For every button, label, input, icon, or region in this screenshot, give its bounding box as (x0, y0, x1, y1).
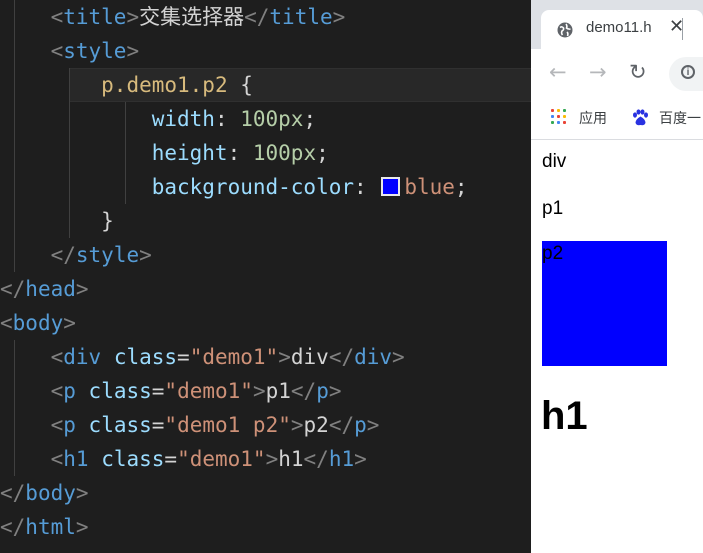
apps-grid-icon (551, 109, 568, 126)
forward-icon[interactable]: → (589, 60, 607, 84)
code-line-height[interactable]: height: 100px; (0, 136, 329, 170)
code-line-selector[interactable]: p.demo1.p2 { (0, 68, 253, 102)
globe-icon (557, 22, 573, 38)
browser-toolbar: ← → ↻ i (531, 49, 703, 100)
code-line-width[interactable]: width: 100px; (0, 102, 316, 136)
code-editor[interactable]: <title>交集选择器</title> <style> p.demo1.p2 … (0, 0, 531, 553)
code-line-head-close[interactable]: </head> (0, 272, 89, 306)
browser-window: demo11.h ✕ ← → ↻ i 应用 百度一 div p1 p2 h1 (531, 0, 703, 553)
back-icon[interactable]: ← (549, 60, 567, 84)
code-line-style-open[interactable]: <style> (0, 34, 140, 68)
tab-title: demo11.h (586, 19, 652, 36)
h1-heading: h1 (541, 394, 588, 438)
code-line-title[interactable]: <title>交集选择器</title> (0, 0, 346, 34)
code-line-div[interactable]: <div class="demo1">div</div> (0, 340, 405, 374)
code-line-style-close[interactable]: </style> (0, 238, 152, 272)
tab-separator (682, 18, 683, 40)
p1-text: p1 (542, 198, 564, 219)
p2-text: p2 (542, 243, 564, 264)
code-line-p1[interactable]: <p class="demo1">p1</p> (0, 374, 342, 408)
bookmark-baidu[interactable]: 百度一 (659, 108, 701, 128)
info-icon[interactable]: i (681, 65, 695, 79)
code-line-close-brace[interactable]: } (0, 204, 114, 238)
bookmarks-bar: 应用 百度一 (531, 100, 703, 140)
code-line-background-color[interactable]: background-color: blue; (0, 170, 468, 204)
div-text: div (542, 151, 567, 172)
reload-icon[interactable]: ↻ (629, 60, 647, 84)
color-swatch-icon[interactable] (381, 177, 401, 196)
baidu-paw-icon (633, 109, 648, 126)
code-line-p2[interactable]: <p class="demo1 p2">p2</p> (0, 408, 380, 442)
browser-tab[interactable]: demo11.h ✕ (541, 10, 703, 49)
code-line-html-close[interactable]: </html> (0, 510, 89, 544)
code-line-body-open[interactable]: <body> (0, 306, 76, 340)
tab-strip: demo11.h ✕ (531, 0, 703, 49)
page-viewport: div p1 p2 h1 (531, 140, 703, 553)
bookmark-apps[interactable]: 应用 (579, 108, 607, 128)
code-line-body-close[interactable]: </body> (0, 476, 89, 510)
code-line-h1[interactable]: <h1 class="demo1">h1</h1> (0, 442, 367, 476)
